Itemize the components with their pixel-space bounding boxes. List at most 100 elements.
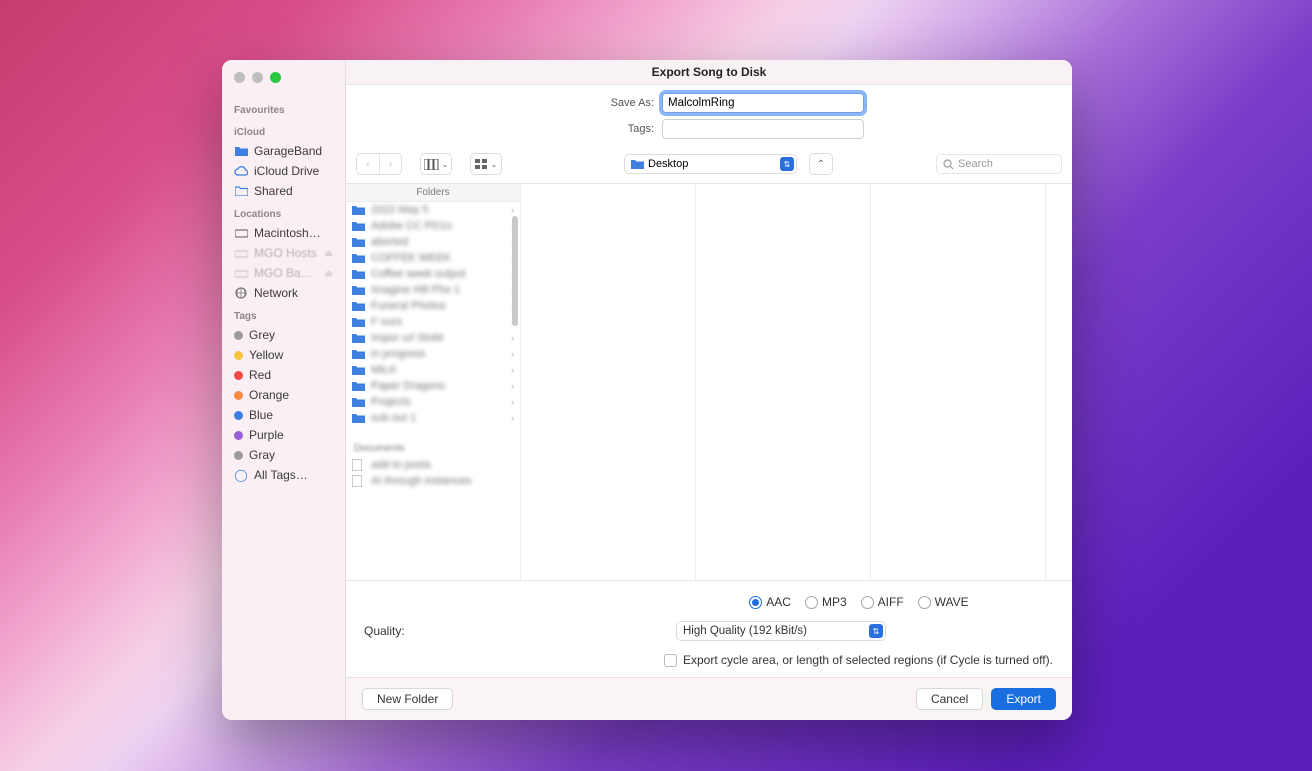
all-tags-icon: ◯ — [234, 468, 248, 482]
browser-column-1[interactable]: Folders 2022 May 5›Adobe CC PD1s›aborted… — [346, 184, 521, 580]
new-folder-button[interactable]: New Folder — [362, 688, 453, 710]
sidebar-tag-item[interactable]: Blue — [222, 405, 345, 425]
sidebar-item[interactable]: iCloud Drive — [222, 161, 345, 181]
dialog-title: Export Song to Disk — [346, 60, 1072, 85]
save-form: Save As: Tags: — [346, 85, 1072, 149]
sidebar-all-tags[interactable]: ◯ All Tags… — [222, 465, 345, 485]
format-radio-aac[interactable]: AAC — [749, 595, 791, 609]
save-as-input[interactable] — [662, 93, 864, 113]
browser-column-3[interactable] — [696, 184, 871, 580]
folder-icon — [352, 381, 366, 391]
radio-label: AAC — [766, 595, 791, 609]
file-label: aborted — [371, 236, 506, 248]
folder-icon — [352, 269, 366, 279]
folder-row[interactable]: Adobe CC PD1s› — [346, 218, 520, 234]
sidebar-item-label: MGO Ba… — [254, 266, 313, 280]
file-label: COFFEE WEEK — [371, 252, 506, 264]
sidebar-tag-item[interactable]: Yellow — [222, 345, 345, 365]
eject-icon[interactable]: ⏏ — [324, 248, 333, 259]
folder-icon — [352, 237, 366, 247]
sidebar-item[interactable]: GarageBand — [222, 141, 345, 161]
folder-row[interactable]: Funeral Photos› — [346, 298, 520, 314]
search-field[interactable]: Search — [936, 154, 1062, 174]
file-label: Funeral Photos — [371, 300, 506, 312]
save-as-label: Save As: — [554, 97, 654, 109]
view-mode-button[interactable]: ⌄ — [421, 154, 451, 174]
folder-row[interactable]: F ours› — [346, 314, 520, 330]
sidebar-item[interactable]: Shared — [222, 181, 345, 201]
file-label: in progress — [371, 348, 506, 360]
tags-input[interactable] — [662, 119, 864, 139]
sidebar-item[interactable]: Macintosh… — [222, 223, 345, 243]
scrollbar[interactable] — [512, 216, 518, 326]
chevron-right-icon: › — [511, 205, 514, 215]
nav-forward-button[interactable]: › — [379, 154, 401, 174]
quality-label: Quality: — [364, 624, 664, 638]
export-cycle-checkbox[interactable] — [664, 654, 677, 667]
sidebar-head-tags: Tags — [222, 303, 345, 325]
dialog-footer: New Folder Cancel Export — [346, 677, 1072, 720]
minimize-window-button[interactable] — [252, 72, 263, 83]
folder-row[interactable]: Paper Dragons› — [346, 378, 520, 394]
drive-icon — [234, 248, 248, 258]
sidebar-item-label: MGO Hosts — [254, 246, 317, 260]
maximize-window-button[interactable] — [270, 72, 281, 83]
file-label: Paper Dragons — [371, 380, 506, 392]
location-label: Desktop — [648, 158, 688, 170]
sidebar-item-label: Red — [249, 368, 271, 382]
shared-folder-icon — [234, 186, 248, 196]
sidebar-item[interactable]: MGO Hosts ⏏ — [222, 243, 345, 263]
location-popup[interactable]: Desktop ⇅ — [624, 154, 797, 174]
sidebar-item-label: Yellow — [249, 348, 283, 362]
sidebar-item-label: All Tags… — [254, 468, 308, 482]
sidebar-item-label: Macintosh… — [254, 226, 321, 240]
radio-label: AIFF — [878, 595, 904, 609]
sidebar-item-label: GarageBand — [254, 144, 322, 158]
eject-icon[interactable]: ⏏ — [324, 268, 333, 279]
tags-label: Tags: — [554, 123, 654, 135]
close-window-button[interactable] — [234, 72, 245, 83]
browser-toolbar: ‹ › ⌄ ⌄ — [346, 149, 1072, 183]
sidebar-item[interactable]: Network — [222, 283, 345, 303]
cancel-button[interactable]: Cancel — [916, 688, 983, 710]
folder-row[interactable]: Imagine Hill Pho 1› — [346, 282, 520, 298]
search-placeholder: Search — [958, 158, 993, 170]
format-radio-wave[interactable]: WAVE — [918, 595, 969, 609]
folder-row[interactable]: MILK› — [346, 362, 520, 378]
folder-row[interactable]: Coffee week output› — [346, 266, 520, 282]
folder-icon — [352, 413, 366, 423]
radio-label: MP3 — [822, 595, 847, 609]
radio-icon — [861, 596, 874, 609]
sidebar-item-label: Network — [254, 286, 298, 300]
sidebar-item[interactable]: MGO Ba… ⏏ — [222, 263, 345, 283]
format-radio-mp3[interactable]: MP3 — [805, 595, 847, 609]
sidebar-tag-item[interactable]: Purple — [222, 425, 345, 445]
format-radio-aiff[interactable]: AIFF — [861, 595, 904, 609]
group-by-button[interactable]: ⌄ — [471, 154, 501, 174]
document-row[interactable]: AI through instances — [346, 473, 520, 489]
folder-icon — [352, 285, 366, 295]
sidebar-tag-item[interactable]: Red — [222, 365, 345, 385]
quality-popup[interactable]: High Quality (192 kBit/s) ⇅ — [676, 621, 886, 641]
columns-icon — [424, 159, 440, 170]
folder-row[interactable]: sub out 1› — [346, 410, 520, 426]
document-icon — [352, 475, 366, 487]
folder-row[interactable]: 2022 May 5› — [346, 202, 520, 218]
folder-row[interactable]: Projects› — [346, 394, 520, 410]
nav-back-button[interactable]: ‹ — [357, 154, 379, 174]
collapse-browser-button[interactable]: ⌃ — [810, 154, 832, 174]
browser-column-4[interactable] — [871, 184, 1046, 580]
folder-row[interactable]: in progress› — [346, 346, 520, 362]
sidebar-head-locations: Locations — [222, 201, 345, 223]
sidebar-tag-item[interactable]: Orange — [222, 385, 345, 405]
document-row[interactable]: add to posts — [346, 457, 520, 473]
folder-row[interactable]: aborted› — [346, 234, 520, 250]
sidebar-item-label: Shared — [254, 184, 293, 198]
browser-column-2[interactable] — [521, 184, 696, 580]
sidebar-tag-item[interactable]: Grey — [222, 325, 345, 345]
folder-row[interactable]: COFFEE WEEK› — [346, 250, 520, 266]
folder-row[interactable]: Impor url StoM› — [346, 330, 520, 346]
sidebar-tag-item[interactable]: Gray — [222, 445, 345, 465]
dropdown-stepper-icon: ⇅ — [780, 157, 794, 171]
export-button[interactable]: Export — [991, 688, 1056, 710]
